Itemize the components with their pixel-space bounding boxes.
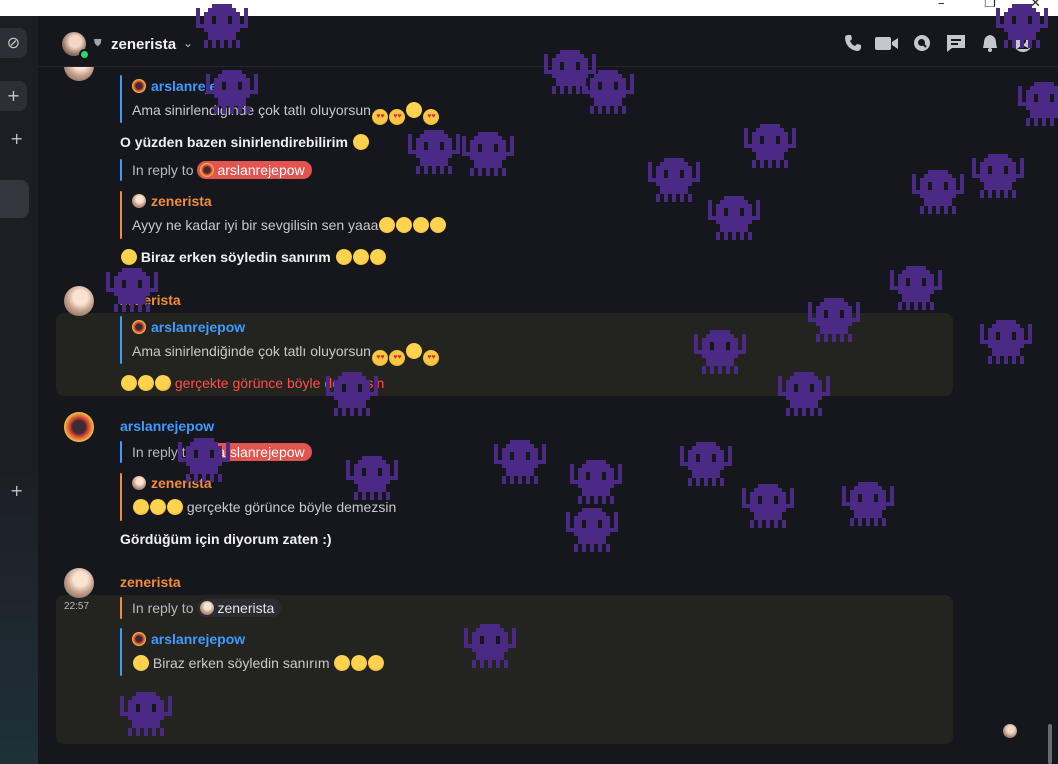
space-invader-icon (346, 452, 398, 504)
room-name[interactable]: zenerista (111, 36, 176, 53)
avatar[interactable] (64, 568, 94, 598)
chevron-down-icon[interactable]: ⌄ (183, 36, 193, 50)
add-icon[interactable]: + (10, 481, 23, 500)
quote-bar (120, 473, 122, 521)
space-invader-icon (742, 480, 794, 532)
shield-icon: ⛊ (94, 38, 102, 49)
quote-text: Ama sinirlendiğinde çok tatlı oluyorsun (132, 343, 439, 366)
video-icon[interactable] (874, 33, 898, 55)
space-invader-icon (570, 456, 622, 508)
add-space-button[interactable]: + (0, 81, 27, 111)
space-invader-icon (808, 294, 860, 346)
quote-bar (120, 159, 122, 181)
minimize-button[interactable]: – (938, 0, 945, 12)
timeline-scrollbar[interactable] (1048, 724, 1052, 764)
space-rail: ⊘ + + + (0, 16, 38, 764)
space-invader-icon (890, 262, 942, 314)
avatar[interactable] (64, 412, 94, 442)
space-invader-icon (744, 120, 796, 172)
timeline[interactable]: arslanrejepow Ama sinirlendiğinde çok ta… (38, 67, 1058, 764)
space-invader-icon (462, 128, 514, 180)
space-invader-icon (494, 436, 546, 488)
space-invader-icon (106, 264, 158, 316)
window-titlebar: – ❐ ✕ (0, 0, 1058, 16)
space-invader-icon (708, 192, 760, 244)
space-invader-icon (980, 316, 1032, 368)
message-text: Gördüğüm için diyorum zaten :) (120, 531, 332, 547)
space-invader-icon (694, 326, 746, 378)
quote-author[interactable]: arslanrejepow (132, 631, 245, 647)
explore-icon[interactable]: ⊘ (0, 28, 27, 58)
message-author[interactable]: zenerista (120, 574, 181, 590)
avatar[interactable] (64, 286, 94, 316)
space-invader-icon (196, 0, 248, 52)
user-mention[interactable]: arslanrejepow (197, 161, 312, 179)
restore-button[interactable]: ❐ (984, 0, 996, 12)
quote-bar (120, 628, 122, 676)
search-icon[interactable] (911, 33, 933, 55)
message-author[interactable]: arslanrejepow (120, 418, 214, 434)
quote-text: Ayyy ne kadar iyi bir sevgilisin sen yaa… (132, 217, 447, 233)
space-invader-icon (206, 66, 258, 118)
message-text: Biraz erken söyledin sanırım (120, 246, 388, 268)
space-invader-icon (464, 620, 516, 672)
space-invader-icon (680, 438, 732, 490)
space-invader-icon (582, 66, 634, 118)
quote-text: Ama sinirlendiğinde çok tatlı oluyorsun (132, 102, 439, 125)
quote-bar (120, 441, 122, 463)
quote-author[interactable]: arslanrejepow (132, 319, 245, 335)
phone-icon[interactable] (842, 33, 864, 55)
space-invader-icon (912, 166, 964, 218)
quote-bar (120, 597, 122, 619)
quote-bar (120, 316, 122, 364)
threads-icon[interactable] (945, 33, 967, 55)
avatar[interactable] (64, 67, 94, 81)
space-invader-icon (648, 154, 700, 206)
space-invader-icon (1018, 78, 1058, 130)
space-invader-icon (326, 368, 378, 420)
message-timestamp: 22:57 (64, 601, 90, 612)
space-invader-icon (408, 126, 460, 178)
user-mention[interactable]: zenerista (197, 599, 282, 617)
quote-bar (120, 75, 122, 123)
rail-selected-item[interactable] (0, 180, 29, 218)
message-text: O yüzden bazen sinirlendirebilirim (120, 131, 372, 153)
reply-to-label[interactable]: In reply to arslanrejepow (132, 161, 312, 179)
quote-bar (120, 191, 122, 239)
room-view: ⛊ zenerista ⌄ arslanrejepow Ama sinirlen… (38, 16, 1058, 764)
space-invader-icon (566, 504, 618, 556)
reply-to-label[interactable]: In reply to zenerista (132, 599, 282, 617)
quote-author[interactable]: zenerista (132, 193, 212, 209)
space-invader-icon (972, 150, 1024, 202)
space-invader-icon (996, 0, 1048, 52)
space-invader-icon (120, 688, 172, 740)
space-invader-icon (178, 434, 230, 486)
read-receipt-avatar[interactable] (1003, 724, 1017, 738)
space-invader-icon (778, 368, 830, 420)
space-invader-icon (842, 478, 894, 530)
online-indicator (79, 49, 90, 60)
quote-text: Biraz erken söyledin sanırım (132, 652, 387, 674)
add-icon[interactable]: + (10, 129, 23, 148)
